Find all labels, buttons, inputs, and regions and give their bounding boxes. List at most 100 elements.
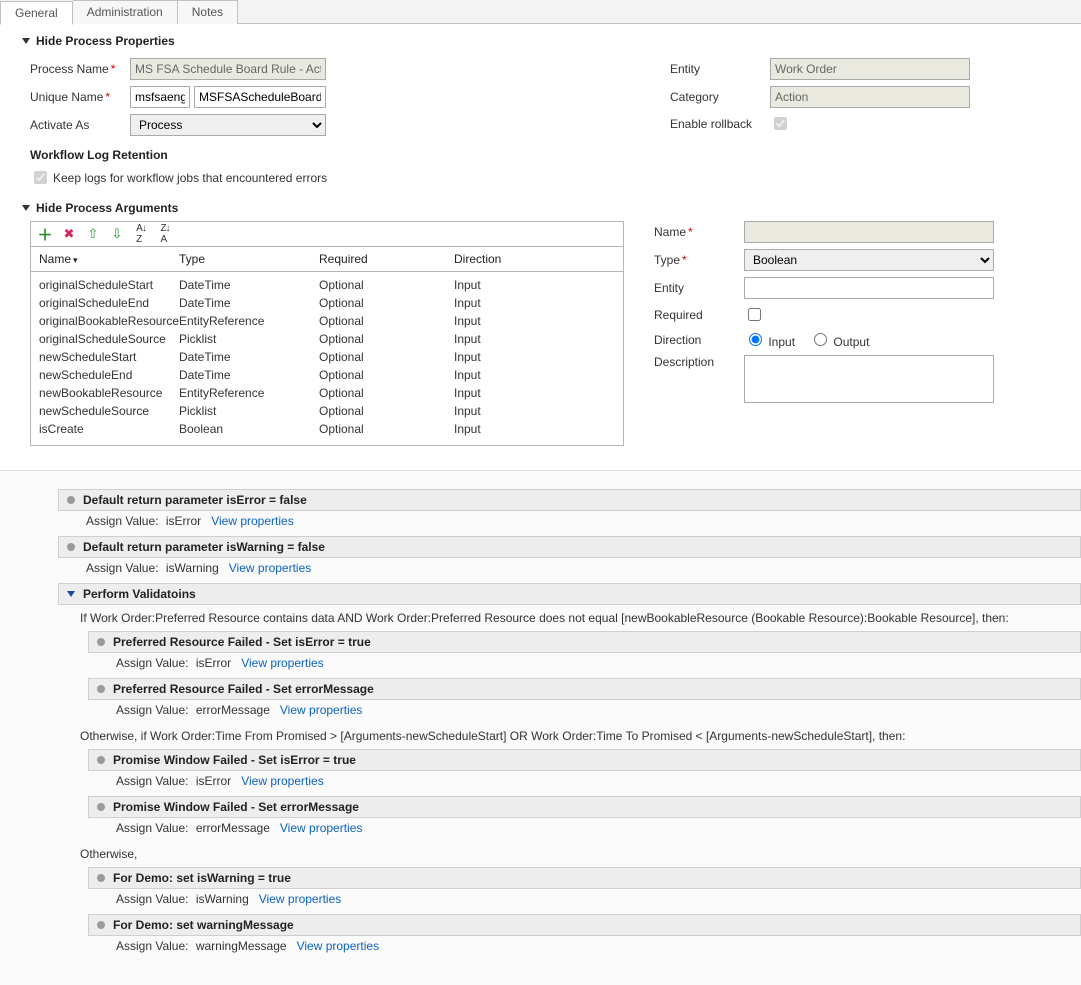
table-row[interactable]: newScheduleSourcePicklistOptionalInput: [31, 402, 623, 420]
label-output-radio: Output: [833, 335, 869, 349]
section-toggle-arguments[interactable]: Hide Process Arguments: [0, 191, 1081, 221]
delete-icon: ✖: [64, 226, 75, 242]
assign-variable: isWarning: [196, 892, 249, 906]
assign-value-label: Assign Value:: [86, 561, 159, 575]
delete-argument-button[interactable]: ✖: [61, 226, 77, 242]
label-enable-rollback: Enable rollback: [670, 117, 770, 131]
section-title-arguments: Hide Process Arguments: [36, 201, 178, 215]
add-argument-button[interactable]: ＋: [37, 226, 53, 242]
table-row[interactable]: originalScheduleStartDateTimeOptionalInp…: [31, 276, 623, 294]
enable-rollback-checkbox[interactable]: [774, 117, 787, 130]
cell-required: Optional: [319, 386, 454, 400]
table-row[interactable]: isCreateBooleanOptionalInput: [31, 420, 623, 438]
view-properties-link[interactable]: View properties: [297, 939, 380, 953]
view-properties-link[interactable]: View properties: [259, 892, 342, 906]
direction-input-radio[interactable]: [749, 333, 762, 346]
cell-name: originalScheduleEnd: [39, 296, 179, 310]
assign-variable: isError: [196, 774, 231, 788]
cell-required: Optional: [319, 368, 454, 382]
label-arg-type: Type: [654, 253, 680, 267]
cell-required: Optional: [319, 332, 454, 346]
condition-text: If Work Order:Preferred Resource contain…: [24, 607, 1081, 631]
table-row[interactable]: originalScheduleEndDateTimeOptionalInput: [31, 294, 623, 312]
direction-output-radio[interactable]: [814, 333, 827, 346]
table-row[interactable]: newScheduleStartDateTimeOptionalInput: [31, 348, 623, 366]
step-header[interactable]: Preferred Resource Failed - Set isError …: [88, 631, 1081, 653]
step-header[interactable]: Default return parameter isError = false: [58, 489, 1081, 511]
cell-type: DateTime: [179, 278, 319, 292]
step-header[interactable]: Default return parameter isWarning = fal…: [58, 536, 1081, 558]
tab-bar: General Administration Notes: [0, 0, 1081, 24]
caret-down-icon: [67, 591, 75, 597]
cell-direction: Input: [454, 332, 615, 346]
sort-za-button[interactable]: Z↓A: [157, 226, 173, 242]
cell-name: newScheduleStart: [39, 350, 179, 364]
sort-za-icon: Z↓A: [160, 223, 169, 245]
table-row[interactable]: newBookableResourceEntityReferenceOption…: [31, 384, 623, 402]
cell-direction: Input: [454, 368, 615, 382]
assign-value-label: Assign Value:: [116, 892, 189, 906]
section-toggle-properties[interactable]: Hide Process Properties: [0, 24, 1081, 54]
cell-required: Optional: [319, 278, 454, 292]
view-properties-link[interactable]: View properties: [241, 656, 324, 670]
unique-name-input[interactable]: [194, 86, 326, 108]
col-header-direction[interactable]: Direction: [454, 252, 615, 266]
step-bullet-icon: [97, 638, 105, 646]
table-row[interactable]: newScheduleEndDateTimeOptionalInput: [31, 366, 623, 384]
arg-entity-input[interactable]: [744, 277, 994, 299]
keep-logs-checkbox[interactable]: [34, 171, 47, 184]
entity-input[interactable]: [770, 58, 970, 80]
tab-notes[interactable]: Notes: [178, 0, 238, 24]
view-properties-link[interactable]: View properties: [280, 703, 363, 717]
step-header[interactable]: Perform Validatoins: [58, 583, 1081, 605]
col-header-required[interactable]: Required: [319, 252, 454, 266]
view-properties-link[interactable]: View properties: [280, 821, 363, 835]
caret-down-icon: [22, 38, 30, 44]
unique-name-prefix-input[interactable]: [130, 86, 190, 108]
label-arg-required: Required: [654, 308, 744, 322]
process-name-input[interactable]: [130, 58, 326, 80]
condition-text: Otherwise,: [24, 843, 1081, 867]
step-header[interactable]: Promise Window Failed - Set errorMessage: [88, 796, 1081, 818]
cell-name: isCreate: [39, 422, 179, 436]
move-down-button[interactable]: ⇩: [109, 226, 125, 242]
cell-type: Boolean: [179, 422, 319, 436]
step-header[interactable]: For Demo: set isWarning = true: [88, 867, 1081, 889]
sort-az-button[interactable]: A↓Z: [133, 226, 149, 242]
cell-type: EntityReference: [179, 314, 319, 328]
arg-description-input[interactable]: [744, 355, 994, 403]
view-properties-link[interactable]: View properties: [241, 774, 324, 788]
arg-required-checkbox[interactable]: [748, 308, 761, 321]
step-header[interactable]: Preferred Resource Failed - Set errorMes…: [88, 678, 1081, 700]
tab-administration[interactable]: Administration: [73, 0, 178, 24]
col-header-name[interactable]: Name: [39, 252, 71, 266]
arg-name-input[interactable]: [744, 221, 994, 243]
arguments-toolbar: ＋ ✖ ⇧ ⇩ A↓Z Z↓A: [30, 221, 624, 247]
assign-variable: isWarning: [166, 561, 219, 575]
view-properties-link[interactable]: View properties: [211, 514, 294, 528]
step-header[interactable]: For Demo: set warningMessage: [88, 914, 1081, 936]
arrow-down-icon: ⇩: [112, 226, 123, 242]
table-row[interactable]: originalBookableResourceEntityReferenceO…: [31, 312, 623, 330]
cell-required: Optional: [319, 314, 454, 328]
workflow-steps: Default return parameter isError = false…: [0, 470, 1081, 985]
step-bullet-icon: [97, 803, 105, 811]
cell-direction: Input: [454, 296, 615, 310]
col-header-type[interactable]: Type: [179, 252, 319, 266]
assign-variable: isError: [196, 656, 231, 670]
tab-general[interactable]: General: [0, 1, 73, 25]
activate-as-select[interactable]: Process: [130, 114, 326, 136]
category-input[interactable]: [770, 86, 970, 108]
assign-value-label: Assign Value:: [116, 939, 189, 953]
table-row[interactable]: originalScheduleSourcePicklistOptionalIn…: [31, 330, 623, 348]
view-properties-link[interactable]: View properties: [229, 561, 312, 575]
step-header[interactable]: Promise Window Failed - Set isError = tr…: [88, 749, 1081, 771]
cell-required: Optional: [319, 422, 454, 436]
move-up-button[interactable]: ⇧: [85, 226, 101, 242]
arguments-grid[interactable]: originalScheduleStartDateTimeOptionalInp…: [30, 272, 624, 446]
step-title: Promise Window Failed - Set isError = tr…: [113, 753, 356, 767]
assign-variable: errorMessage: [196, 821, 270, 835]
arguments-grid-header: Name▾ Type Required Direction: [30, 247, 624, 272]
arg-type-select[interactable]: Boolean: [744, 249, 994, 271]
sort-caret-icon: ▾: [73, 255, 78, 265]
